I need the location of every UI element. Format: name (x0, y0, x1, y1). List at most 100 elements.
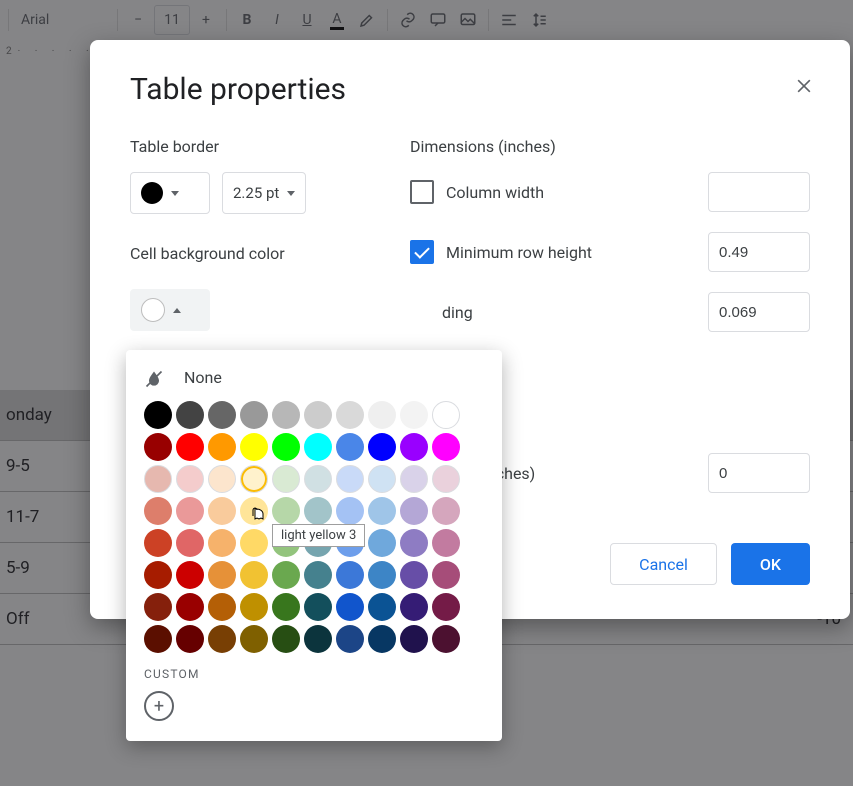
left-indent-input[interactable] (708, 453, 810, 493)
color-none-option[interactable]: None (144, 368, 484, 387)
color-swatch[interactable] (144, 625, 172, 653)
color-swatch[interactable] (176, 625, 204, 653)
caret-up-icon (173, 308, 181, 313)
cell-bg-color-dropdown[interactable] (130, 289, 210, 331)
min-row-height-input[interactable] (708, 232, 810, 272)
color-swatch[interactable] (304, 529, 332, 557)
color-swatch[interactable] (208, 401, 236, 429)
min-row-height-label: Minimum row height (446, 243, 696, 262)
color-swatch[interactable] (208, 465, 236, 493)
color-none-label: None (184, 368, 222, 387)
color-swatch[interactable] (240, 497, 268, 525)
no-color-icon (144, 369, 162, 387)
color-swatch[interactable] (368, 561, 396, 589)
color-swatch[interactable] (400, 465, 428, 493)
min-row-height-checkbox[interactable] (410, 240, 434, 264)
color-swatch[interactable] (336, 465, 364, 493)
color-swatch[interactable] (176, 561, 204, 589)
color-swatch[interactable] (400, 433, 428, 461)
color-swatch[interactable] (336, 561, 364, 589)
color-swatch[interactable] (336, 433, 364, 461)
color-swatch[interactable] (176, 433, 204, 461)
color-swatch[interactable] (272, 433, 300, 461)
color-swatch[interactable] (400, 401, 428, 429)
color-swatch[interactable] (304, 465, 332, 493)
color-swatch[interactable] (432, 625, 460, 653)
color-swatch[interactable] (400, 625, 428, 653)
color-swatch[interactable] (304, 625, 332, 653)
color-swatch[interactable] (144, 529, 172, 557)
color-swatch[interactable] (272, 529, 300, 557)
color-swatch[interactable] (272, 497, 300, 525)
color-swatch[interactable] (432, 529, 460, 557)
color-swatch[interactable] (304, 401, 332, 429)
color-swatch[interactable] (368, 433, 396, 461)
color-swatch[interactable] (432, 593, 460, 621)
color-swatch[interactable] (432, 561, 460, 589)
cell-padding-input[interactable] (708, 292, 810, 332)
color-swatch[interactable] (240, 561, 268, 589)
color-swatch[interactable] (240, 593, 268, 621)
color-swatch[interactable] (208, 561, 236, 589)
color-swatch[interactable] (368, 593, 396, 621)
color-swatch[interactable] (336, 497, 364, 525)
color-swatch[interactable] (176, 593, 204, 621)
ok-button[interactable]: OK (731, 543, 810, 585)
column-width-checkbox[interactable] (410, 180, 434, 204)
cell-bg-label: Cell background color (130, 244, 370, 263)
color-swatch[interactable] (240, 625, 268, 653)
color-swatch[interactable] (272, 465, 300, 493)
close-button[interactable] (794, 76, 814, 102)
color-swatch[interactable] (240, 433, 268, 461)
color-swatch[interactable] (240, 401, 268, 429)
border-color-dropdown[interactable] (130, 172, 210, 214)
color-swatch[interactable] (208, 497, 236, 525)
color-swatch[interactable] (304, 497, 332, 525)
color-swatch[interactable] (336, 593, 364, 621)
color-swatch[interactable] (400, 561, 428, 589)
cancel-button[interactable]: Cancel (610, 543, 717, 585)
color-swatch[interactable] (368, 497, 396, 525)
color-swatch[interactable] (368, 529, 396, 557)
color-swatch[interactable] (368, 625, 396, 653)
color-swatch[interactable] (336, 529, 364, 557)
color-swatch[interactable] (400, 497, 428, 525)
column-width-input[interactable] (708, 172, 810, 212)
color-swatch[interactable] (400, 593, 428, 621)
color-swatch[interactable] (176, 401, 204, 429)
color-swatch[interactable] (368, 401, 396, 429)
color-swatch[interactable] (272, 401, 300, 429)
color-swatch[interactable] (336, 401, 364, 429)
color-swatch[interactable] (144, 497, 172, 525)
color-swatch[interactable] (272, 593, 300, 621)
color-swatch[interactable] (144, 561, 172, 589)
caret-down-icon (171, 191, 179, 196)
color-swatch[interactable] (400, 529, 428, 557)
color-swatch[interactable] (240, 465, 268, 493)
color-swatch[interactable] (144, 433, 172, 461)
add-custom-color-button[interactable]: + (144, 691, 174, 721)
color-swatch[interactable] (432, 433, 460, 461)
color-swatch[interactable] (176, 529, 204, 557)
color-swatch[interactable] (208, 433, 236, 461)
color-swatch[interactable] (432, 497, 460, 525)
color-swatch[interactable] (144, 401, 172, 429)
color-swatch[interactable] (208, 593, 236, 621)
color-swatch[interactable] (336, 625, 364, 653)
color-swatch[interactable] (176, 497, 204, 525)
color-swatch[interactable] (304, 561, 332, 589)
color-swatch[interactable] (304, 433, 332, 461)
color-swatch[interactable] (144, 593, 172, 621)
color-swatch[interactable] (272, 561, 300, 589)
color-swatch[interactable] (208, 625, 236, 653)
color-swatch[interactable] (144, 465, 172, 493)
color-swatch[interactable] (432, 465, 460, 493)
border-width-dropdown[interactable]: 2.25 pt (222, 172, 306, 214)
color-swatch[interactable] (208, 529, 236, 557)
color-swatch[interactable] (432, 401, 460, 429)
color-swatch[interactable] (272, 625, 300, 653)
color-swatch[interactable] (240, 529, 268, 557)
color-swatch[interactable] (304, 593, 332, 621)
color-swatch[interactable] (368, 465, 396, 493)
color-swatch[interactable] (176, 465, 204, 493)
